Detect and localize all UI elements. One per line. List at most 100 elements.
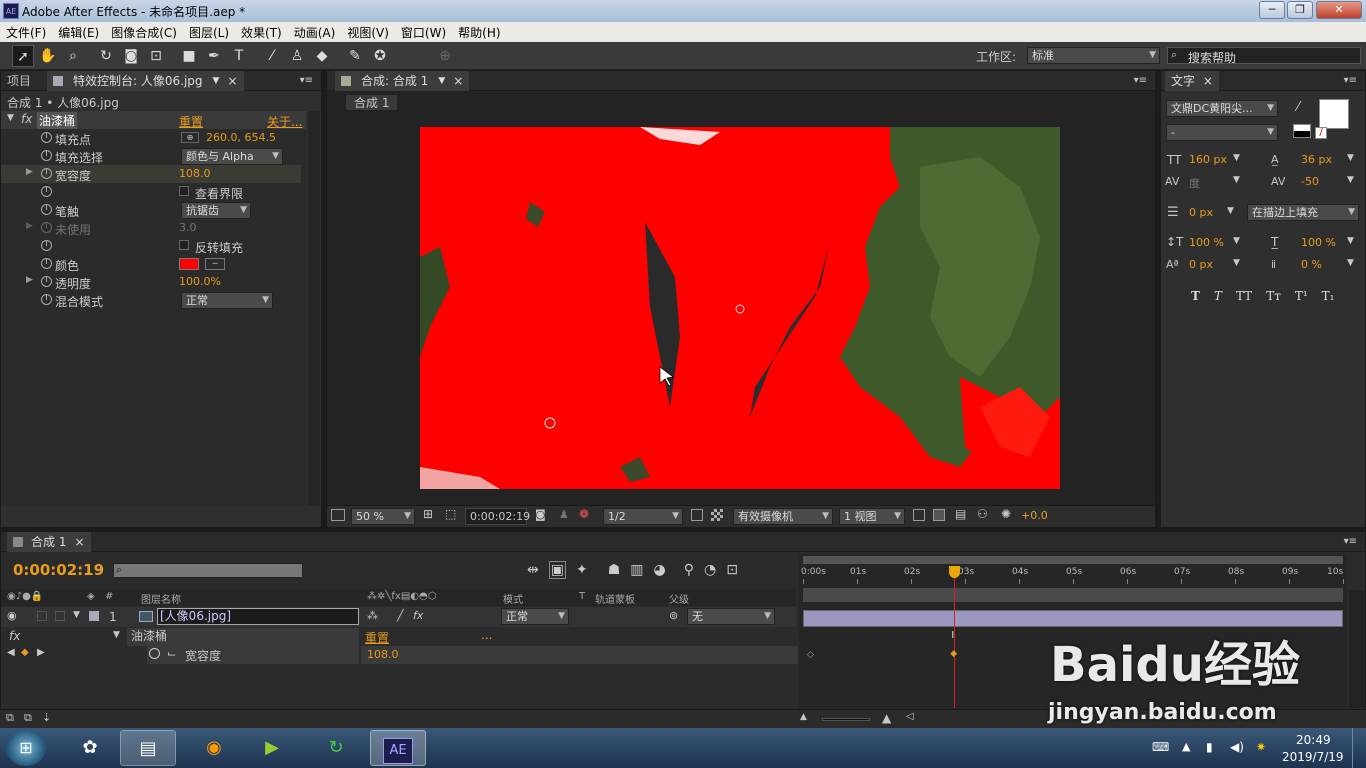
shy-switch-icon[interactable]: ⁂: [367, 609, 378, 622]
type-tool-icon[interactable]: T: [228, 45, 250, 67]
minimize-button[interactable]: ─: [1259, 1, 1285, 19]
shy-layers-icon[interactable]: ☗: [608, 562, 621, 578]
tab-character[interactable]: 文字 ×: [1165, 70, 1219, 91]
menu-help[interactable]: 帮助(H): [458, 24, 500, 41]
chevron-down-icon[interactable]: ▼: [1347, 175, 1354, 185]
brush-tool-icon[interactable]: ⁄: [261, 45, 283, 67]
twirl-open-icon[interactable]: ▼: [113, 630, 120, 640]
twirl-closed-icon[interactable]: ▶: [26, 167, 33, 177]
pen-tool-icon[interactable]: ✒: [203, 45, 225, 67]
fill-selector-select[interactable]: 颜色与 Alpha ▼: [181, 148, 283, 165]
menu-effect[interactable]: 效果(T): [241, 24, 282, 41]
eyedropper-icon[interactable]: ─: [205, 258, 225, 270]
chevron-down-icon[interactable]: ▼: [1233, 258, 1240, 268]
zoom-in-icon[interactable]: ▲: [882, 711, 891, 725]
tab-project[interactable]: 项目: [1, 71, 37, 91]
parent-select[interactable]: 无 ▼: [687, 608, 775, 625]
file-explorer-icon[interactable]: ▤: [120, 730, 176, 766]
effect-name[interactable]: 油漆桶: [127, 628, 359, 646]
live-update-icon[interactable]: ▣: [548, 561, 566, 579]
camera-select[interactable]: 有效摄像机 ▼: [733, 508, 833, 525]
timeline-scrollbar[interactable]: [1349, 590, 1365, 708]
effect-switch-icon[interactable]: fx: [413, 609, 423, 622]
fast-preview-icon[interactable]: [933, 509, 945, 521]
stopwatch-icon[interactable]: [41, 132, 52, 143]
keyframe-current-icon[interactable]: ◆: [950, 649, 957, 659]
search-help-input[interactable]: ⌕ 搜索帮助: [1167, 47, 1361, 65]
small-caps-button[interactable]: Tт: [1266, 289, 1281, 303]
fill-point-value[interactable]: 260.0, 654.5: [206, 131, 276, 144]
font-size-value[interactable]: 160 px: [1189, 153, 1227, 166]
battery-icon[interactable]: ▮: [1206, 740, 1213, 754]
rotate-tool-icon[interactable]: ↻: [95, 45, 117, 67]
fill-color-swatch[interactable]: [1319, 99, 1349, 129]
leading-value[interactable]: 36 px: [1301, 153, 1332, 166]
tray-arrow-icon[interactable]: ▲: [1182, 740, 1190, 753]
mask-toggle-icon[interactable]: ⬚: [445, 507, 456, 521]
layer-search-input[interactable]: ⌕: [113, 563, 303, 578]
region-of-interest-icon[interactable]: [691, 509, 703, 521]
panel-menu-icon[interactable]: ▾≡: [300, 75, 313, 86]
menu-view[interactable]: 视图(V): [347, 24, 389, 41]
views-select[interactable]: 1 视图 ▼: [839, 508, 905, 525]
toggle-pixel-icon[interactable]: [913, 509, 925, 521]
frame-blending-icon[interactable]: ▥: [630, 562, 643, 578]
add-keyframe-icon[interactable]: ◆: [21, 647, 29, 658]
graph-editor-icon[interactable]: ⊡: [726, 562, 738, 578]
fx-toggle[interactable]: fx: [9, 629, 20, 643]
zoom-slider[interactable]: [822, 718, 870, 721]
zoom-out-icon[interactable]: ▲: [800, 712, 807, 722]
stopwatch-icon[interactable]: [41, 276, 52, 287]
solo-toggle[interactable]: [37, 611, 47, 621]
stroke-mode-select[interactable]: 在描边上填充 ▼: [1247, 204, 1359, 221]
playhead[interactable]: ◆ I: [949, 566, 961, 708]
menu-edit[interactable]: 编辑(E): [58, 24, 99, 41]
workspace-select[interactable]: 标准 ▼: [1027, 47, 1160, 64]
pick-whip-icon[interactable]: ⊚: [669, 609, 678, 622]
close-icon[interactable]: ×: [1203, 74, 1213, 88]
quality-switch-icon[interactable]: ╱: [397, 609, 404, 622]
zoom-select[interactable]: 50 % ▼: [351, 508, 415, 525]
stopwatch-icon[interactable]: [41, 294, 52, 305]
effect-options-link[interactable]: ...: [481, 628, 492, 642]
camera-tool-icon[interactable]: ◙: [120, 45, 142, 67]
stopwatch-icon[interactable]: [41, 240, 52, 251]
superscript-button[interactable]: T¹: [1295, 289, 1308, 303]
twirl-open-icon[interactable]: ▼: [7, 113, 14, 123]
in-out-icon[interactable]: ⇣: [42, 711, 51, 724]
axis-mode-icon[interactable]: ⊕: [434, 45, 456, 67]
layer-row[interactable]: ◉ ▼ 1 [人像06.jpg] ⁂ ╱ fx 正常 ▼ ⊚ 无 ▼: [1, 607, 796, 627]
tab-composition[interactable]: 合成: 合成 1 ▼ ×: [335, 70, 470, 91]
lock-toggle[interactable]: [55, 611, 65, 621]
network-icon[interactable]: ✷: [1256, 740, 1266, 754]
refresh-app-icon[interactable]: ↻: [308, 730, 364, 766]
tab-timeline-comp[interactable]: 合成 1 ×: [7, 531, 91, 552]
scroll-left-icon[interactable]: ◁: [906, 711, 914, 722]
brainstorm-icon[interactable]: ⚲: [684, 562, 694, 578]
stopwatch-icon[interactable]: [149, 648, 160, 659]
camtasia-icon[interactable]: ▶: [244, 730, 300, 766]
start-orb-icon[interactable]: ⊞: [6, 730, 46, 766]
stopwatch-icon[interactable]: [41, 258, 52, 269]
stopwatch-icon[interactable]: [41, 168, 52, 179]
tsume-value[interactable]: 0 %: [1301, 258, 1322, 271]
vertical-scale-value[interactable]: 100 %: [1189, 236, 1224, 249]
color-swatch[interactable]: [179, 258, 199, 270]
resolution-select[interactable]: 1/2 ▼: [603, 508, 683, 525]
chevron-down-icon[interactable]: ▼: [1347, 258, 1354, 268]
clock-time[interactable]: 20:49: [1296, 733, 1331, 747]
stopwatch-icon[interactable]: [41, 186, 52, 197]
exposure-icon[interactable]: ✺: [1001, 507, 1011, 521]
comp-canvas-image[interactable]: [420, 127, 1060, 489]
chevron-down-icon[interactable]: ▼: [1233, 236, 1240, 246]
puppet-pin-tool-icon[interactable]: ✪: [369, 45, 391, 67]
timeline-timecode[interactable]: 0:00:02:19: [13, 561, 104, 579]
clock-date[interactable]: 2019/7/19: [1282, 750, 1344, 764]
twirl-closed-icon[interactable]: ▶: [26, 275, 33, 285]
reset-link[interactable]: 重置: [179, 113, 203, 130]
scrollbar[interactable]: [308, 111, 320, 506]
all-caps-button[interactable]: TT: [1236, 289, 1252, 303]
transparency-grid-icon[interactable]: [711, 509, 723, 521]
close-button[interactable]: ✕: [1316, 1, 1362, 19]
blend-mode-select[interactable]: 正常 ▼: [501, 608, 569, 625]
